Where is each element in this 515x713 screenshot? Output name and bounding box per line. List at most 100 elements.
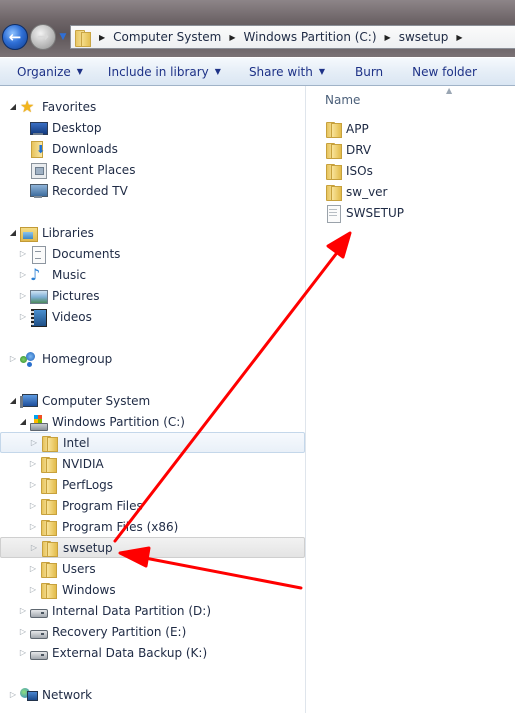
chevron-down-icon: ▼ xyxy=(59,32,67,42)
tree-item-folder-windows[interactable]: ▷ Windows xyxy=(0,579,305,600)
text-file-icon xyxy=(325,204,341,223)
caret-down-icon: ▼ xyxy=(318,67,325,76)
tree-item-desktop[interactable]: Desktop xyxy=(0,117,305,138)
collapse-icon[interactable]: ◢ xyxy=(8,102,18,111)
expand-icon[interactable]: ▷ xyxy=(28,480,38,489)
star-icon: ★ xyxy=(20,96,35,116)
tree-item-favorites[interactable]: ◢ ★ Favorites xyxy=(0,96,305,117)
recent-pages-button[interactable]: ▼ xyxy=(58,32,68,42)
pictures-icon xyxy=(30,288,48,304)
tree-item-drive-e[interactable]: ▷ Recovery Partition (E:) xyxy=(0,621,305,642)
breadcrumb-swsetup[interactable]: swsetup xyxy=(399,30,449,44)
file-item-isos[interactable]: ISOs xyxy=(325,160,373,181)
expand-icon[interactable]: ▷ xyxy=(28,501,38,510)
expand-icon[interactable]: ▷ xyxy=(28,459,38,468)
expand-icon[interactable]: ▷ xyxy=(28,522,38,531)
expand-icon[interactable]: ▷ xyxy=(18,291,28,300)
tree-item-downloads[interactable]: Downloads xyxy=(0,138,305,159)
breadcrumb-separator-icon[interactable]: ▶ xyxy=(456,33,462,42)
tree-item-label: Program Files (x86) xyxy=(62,519,179,534)
breadcrumb-separator-icon[interactable]: ▶ xyxy=(99,33,105,42)
expand-icon[interactable]: ▷ xyxy=(8,690,18,699)
tree-item-folder-program-files[interactable]: ▷ Program Files xyxy=(0,495,305,516)
folder-icon xyxy=(325,121,342,138)
file-item-app[interactable]: APP xyxy=(325,118,369,139)
tree-item-label: Recent Places xyxy=(52,162,136,177)
file-item-drv[interactable]: DRV xyxy=(325,139,371,160)
tree-item-videos[interactable]: ▷ Videos xyxy=(0,306,305,327)
tree-item-libraries[interactable]: ◢ Libraries xyxy=(0,222,305,243)
file-item-label: sw_ver xyxy=(346,184,388,199)
file-item-label: ISOs xyxy=(346,163,373,178)
new-folder-label: New folder xyxy=(412,64,477,79)
address-bar[interactable]: ▶ Computer System ▶ Windows Partition (C… xyxy=(70,25,515,49)
tree-item-label: swsetup xyxy=(63,540,113,555)
file-item-swsetup[interactable]: SWSETUP xyxy=(325,202,404,223)
expand-icon[interactable]: ▷ xyxy=(29,543,39,552)
organize-button[interactable]: Organize ▼ xyxy=(17,65,83,79)
expand-icon[interactable]: ▷ xyxy=(18,249,28,258)
tree-item-music[interactable]: ▷ ♪ Music xyxy=(0,264,305,285)
expand-icon[interactable]: ▷ xyxy=(18,606,28,615)
tree-item-drive-d[interactable]: ▷ Internal Data Partition (D:) xyxy=(0,600,305,621)
tree-item-folder-swsetup[interactable]: ▷ swsetup xyxy=(0,537,305,558)
downloads-icon xyxy=(30,140,46,158)
tree-item-label: Windows Partition (C:) xyxy=(52,414,185,429)
tree-item-label: Homegroup xyxy=(42,351,113,366)
breadcrumb-windows-partition[interactable]: Windows Partition (C:) xyxy=(244,30,377,44)
folder-icon xyxy=(41,540,58,557)
folder-icon xyxy=(40,561,57,578)
folder-icon xyxy=(75,29,91,47)
file-item-sw-ver[interactable]: sw_ver xyxy=(325,181,387,202)
breadcrumb-separator-icon[interactable]: ▶ xyxy=(385,33,391,42)
tree-item-recorded-tv[interactable]: Recorded TV xyxy=(0,180,305,201)
tree-item-folder-intel[interactable]: ▷ Intel xyxy=(0,432,305,453)
sort-ascending-icon: ▲ xyxy=(446,86,453,95)
expand-icon[interactable]: ▷ xyxy=(18,627,28,636)
collapse-icon[interactable]: ◢ xyxy=(8,228,18,237)
expand-icon[interactable]: ▷ xyxy=(8,354,18,363)
tree-item-documents[interactable]: ▷ Documents xyxy=(0,243,305,264)
file-item-label: DRV xyxy=(346,142,372,157)
folder-icon xyxy=(40,519,57,536)
back-button[interactable]: ← xyxy=(2,24,28,50)
documents-icon xyxy=(30,245,46,264)
tree-item-folder-program-files-x86[interactable]: ▷ Program Files (x86) xyxy=(0,516,305,537)
breadcrumb-computer-system[interactable]: Computer System xyxy=(113,30,221,44)
tree-item-label: Computer System xyxy=(42,393,151,408)
file-list-pane[interactable]: ▲ Name APP DRV ISOs sw_ver SWSETUP xyxy=(307,86,515,713)
tree-item-homegroup[interactable]: ▷ Homegroup xyxy=(0,348,305,369)
collapse-icon[interactable]: ◢ xyxy=(8,396,18,405)
forward-button[interactable]: → xyxy=(30,24,56,50)
collapse-icon[interactable]: ◢ xyxy=(18,417,28,426)
tree-item-label: Documents xyxy=(52,246,121,261)
expand-icon[interactable]: ▷ xyxy=(28,585,38,594)
tree-item-network[interactable]: ▷ Network xyxy=(0,684,305,705)
tree-item-computer-system[interactable]: ◢ Computer System xyxy=(0,390,305,411)
burn-button[interactable]: Burn xyxy=(355,65,383,79)
tree-item-folder-perflogs[interactable]: ▷ PerfLogs xyxy=(0,474,305,495)
tree-item-folder-users[interactable]: ▷ Users xyxy=(0,558,305,579)
expand-icon[interactable]: ▷ xyxy=(18,312,28,321)
folder-icon xyxy=(325,142,342,159)
expand-icon[interactable]: ▷ xyxy=(28,564,38,573)
tree-item-windows-partition[interactable]: ◢ Windows Partition (C:) xyxy=(0,411,305,432)
expand-icon[interactable]: ▷ xyxy=(18,648,28,657)
tree-item-label: Libraries xyxy=(42,225,94,240)
expand-icon[interactable]: ▷ xyxy=(18,270,28,279)
tree-item-folder-nvidia[interactable]: ▷ NVIDIA xyxy=(0,453,305,474)
include-in-library-button[interactable]: Include in library ▼ xyxy=(108,65,221,79)
column-header-name[interactable]: Name xyxy=(325,93,360,107)
caret-down-icon: ▼ xyxy=(76,67,83,76)
expand-icon[interactable]: ▷ xyxy=(29,438,39,447)
breadcrumb-separator-icon[interactable]: ▶ xyxy=(229,33,235,42)
tree-item-label: NVIDIA xyxy=(62,456,104,471)
share-with-button[interactable]: Share with ▼ xyxy=(249,65,325,79)
tree-item-drive-k[interactable]: ▷ External Data Backup (K:) xyxy=(0,642,305,663)
tree-item-recent-places[interactable]: Recent Places xyxy=(0,159,305,180)
tree-item-pictures[interactable]: ▷ Pictures xyxy=(0,285,305,306)
new-folder-button[interactable]: New folder xyxy=(412,65,477,79)
videos-icon xyxy=(30,308,47,327)
navigation-pane[interactable]: ◢ ★ Favorites Desktop Downloads Recent P… xyxy=(0,86,306,713)
tree-item-label: PerfLogs xyxy=(62,477,114,492)
